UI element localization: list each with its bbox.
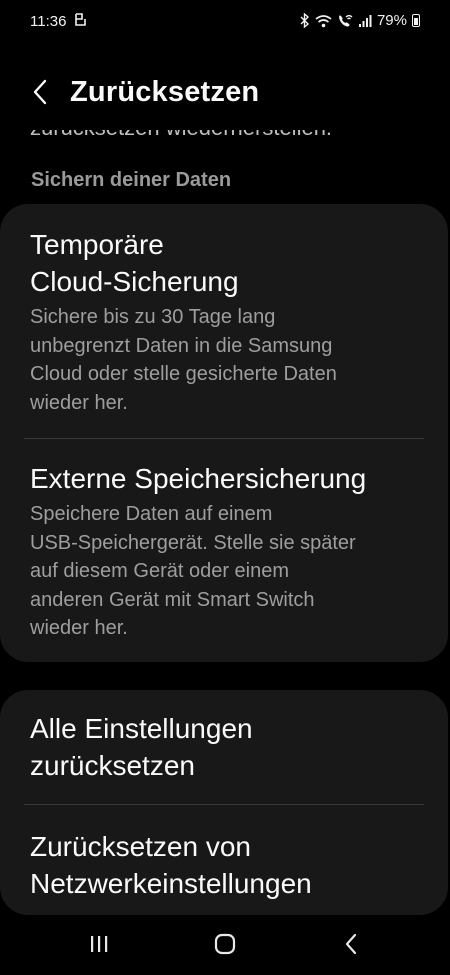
item-description-line: anderen Gerät mit Smart Switch <box>30 588 315 611</box>
chevron-left-icon <box>32 79 48 110</box>
item-title-line: zurücksetzen <box>30 750 195 781</box>
bluetooth-icon <box>300 13 310 28</box>
item-title-line: Alle Einstellungen <box>30 713 253 744</box>
back-button[interactable] <box>26 79 54 110</box>
backup-options-card: Temporäre Cloud-Sicherung Sichere bis zu… <box>0 204 448 662</box>
list-item-reset-network-settings[interactable]: Zurücksetzen von Netzwerkeinstellungen <box>30 828 424 902</box>
app-header: Zurücksetzen <box>0 70 450 120</box>
item-description-line: Sichere bis zu 30 Tage lang <box>30 306 276 328</box>
navigation-bar <box>0 915 450 975</box>
home-icon <box>214 933 236 960</box>
home-button[interactable] <box>205 933 245 959</box>
item-description-line: Cloud oder stelle gesicherte Daten <box>30 363 337 385</box>
status-bar: 11:36 79% <box>0 0 450 44</box>
item-description-line: wieder her. <box>30 617 128 639</box>
wifi-icon <box>315 14 332 28</box>
item-title-line: Externe Speichersicherung <box>30 463 367 494</box>
list-item-temporary-cloud-backup[interactable]: Temporäre Cloud-Sicherung Sichere bis zu… <box>30 226 424 417</box>
item-description: Speichere Daten auf einem USB-Speicherge… <box>30 500 424 643</box>
divider <box>24 804 424 805</box>
notification-app-icon <box>74 12 87 31</box>
battery-icon <box>412 14 420 27</box>
item-description-line: USB-Speichergerät. Stelle sie später <box>30 531 356 554</box>
wifi-calling-icon <box>337 13 353 28</box>
back-icon <box>344 933 358 960</box>
item-title: Alle Einstellungen zurücksetzen <box>30 710 424 784</box>
battery-percent: 79% <box>376 12 407 29</box>
item-title-line: Temporäre <box>30 229 164 260</box>
list-item-reset-all-settings[interactable]: Alle Einstellungen zurücksetzen <box>30 710 424 784</box>
item-description-line: unbegrenzt Daten in die Samsung <box>30 334 333 357</box>
reset-options-card: Alle Einstellungen zurücksetzen Zurückse… <box>0 690 448 915</box>
item-title: Externe Speichersicherung <box>30 460 424 497</box>
item-title: Temporäre Cloud-Sicherung <box>30 226 424 300</box>
item-description-line: auf diesem Gerät oder einem <box>30 560 290 582</box>
item-title-line: Zurücksetzen von <box>30 831 251 862</box>
signal-icon <box>358 14 372 28</box>
page-title: Zurücksetzen <box>70 76 260 108</box>
status-time: 11:36 <box>30 13 67 30</box>
item-title-line: Netzwerkeinstellungen <box>30 868 312 899</box>
list-item-external-storage-backup[interactable]: Externe Speichersicherung Speichere Date… <box>30 460 424 643</box>
recent-apps-icon <box>89 934 109 959</box>
item-description-line: wieder her. <box>30 391 128 414</box>
scrolled-content-clip: zurücksetzen wiederherstellen. <box>0 130 450 150</box>
nav-back-button[interactable] <box>331 933 371 959</box>
item-description-line: Speichere Daten auf einem <box>30 503 273 525</box>
item-description: Sichere bis zu 30 Tage lang unbegrenzt D… <box>30 303 424 417</box>
item-title-line: Cloud-Sicherung <box>30 266 239 297</box>
status-left: 11:36 <box>30 12 87 31</box>
section-header-backup: Sichern deiner Daten <box>31 169 232 191</box>
divider <box>24 438 424 439</box>
item-title: Zurücksetzen von Netzwerkeinstellungen <box>30 828 424 902</box>
cut-off-description: zurücksetzen wiederherstellen. <box>30 130 332 141</box>
status-right: 79% <box>300 12 420 29</box>
recent-apps-button[interactable] <box>79 933 119 959</box>
